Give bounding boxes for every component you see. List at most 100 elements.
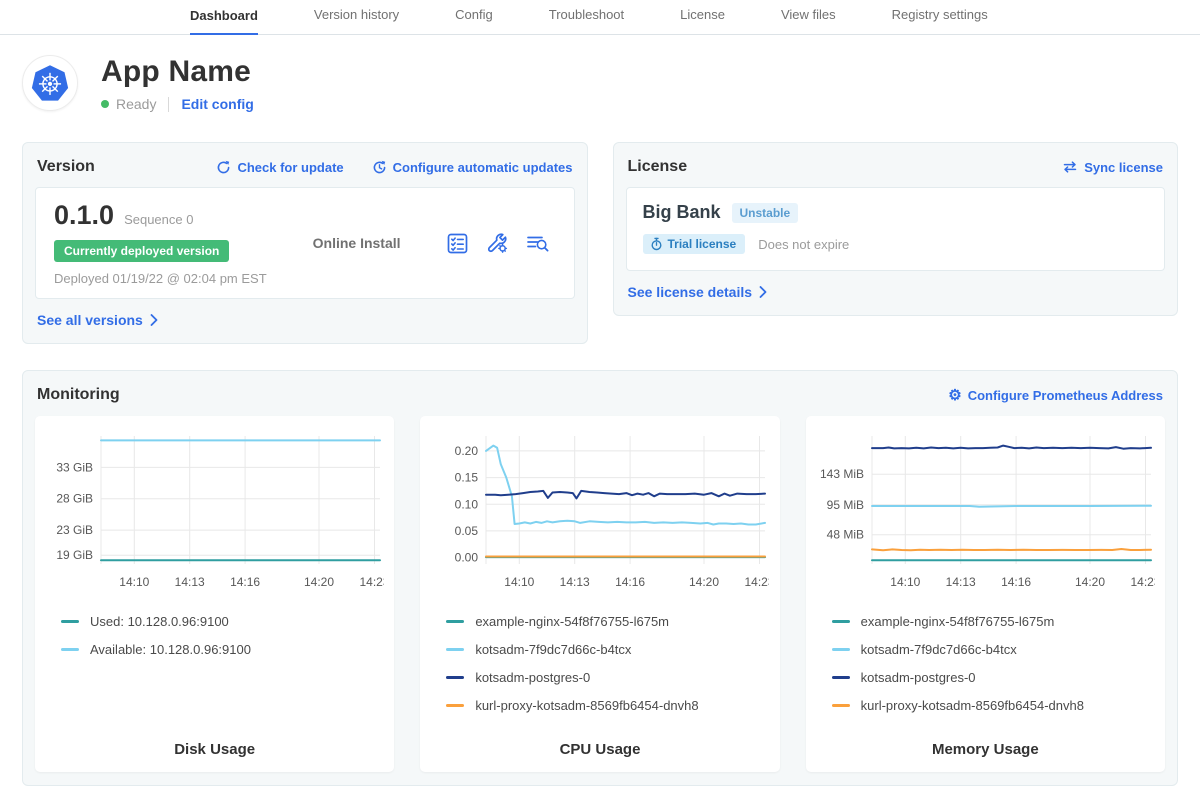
- chevron-right-icon: [150, 314, 158, 326]
- tab-license[interactable]: License: [680, 7, 725, 34]
- app-logo: [22, 55, 78, 111]
- legend-label: kotsadm-postgres-0: [475, 670, 590, 685]
- disk-usage-legend: Used: 10.128.0.96:9100 Available: 10.128.…: [39, 613, 390, 731]
- version-actions: [447, 232, 556, 254]
- refresh-icon: [216, 160, 231, 175]
- legend-label: Available: 10.128.0.96:9100: [90, 642, 251, 657]
- edit-config-button[interactable]: [486, 232, 508, 254]
- legend-item: kurl-proxy-kotsadm-8569fb6454-dnvh8: [832, 697, 1161, 714]
- status-dot: [101, 100, 109, 108]
- tab-view-files[interactable]: View files: [781, 7, 836, 34]
- svg-text:95 MiB: 95 MiB: [826, 498, 863, 512]
- configure-automatic-updates-button[interactable]: Configure automatic updates: [372, 160, 573, 175]
- top-nav: Dashboard Version history Config Troublesho…: [0, 0, 1200, 35]
- app-status-row: Ready Edit config: [101, 96, 254, 112]
- cpu-usage-svg: 0.200.150.100.050.0014:1014:1314:1614:20…: [424, 426, 769, 598]
- configure-prometheus-button[interactable]: ⚙ Configure Prometheus Address: [948, 388, 1163, 403]
- see-license-details-link[interactable]: See license details: [628, 284, 768, 300]
- svg-text:19 GiB: 19 GiB: [56, 548, 93, 562]
- check-for-update-button[interactable]: Check for update: [216, 160, 343, 175]
- svg-text:14:23: 14:23: [1130, 575, 1155, 589]
- legend-item: kurl-proxy-kotsadm-8569fb6454-dnvh8: [446, 697, 775, 714]
- kubernetes-logo-icon: [27, 60, 73, 106]
- sequence-label: Sequence 0: [124, 212, 193, 227]
- memory-usage-plot: 143 MiB95 MiB48 MiB14:1014:1314:1614:201…: [810, 426, 1161, 603]
- cards-row: Version Check for update: [22, 142, 1178, 344]
- chart-title: Disk Usage: [39, 741, 390, 758]
- version-card-title: Version: [37, 158, 95, 176]
- legend-swatch: [832, 648, 850, 651]
- license-type-badge: Trial license: [643, 234, 746, 254]
- legend-item: Available: 10.128.0.96:9100: [61, 641, 390, 658]
- legend-label: kurl-proxy-kotsadm-8569fb6454-dnvh8: [475, 698, 698, 713]
- license-card: License Sync license Big Bank Unstable: [613, 142, 1179, 316]
- svg-text:28 GiB: 28 GiB: [56, 492, 93, 506]
- monitoring-card: Monitoring ⚙ Configure Prometheus Addres…: [22, 370, 1178, 786]
- status-text: Ready: [116, 96, 156, 112]
- svg-text:14:16: 14:16: [1001, 575, 1031, 589]
- svg-text:0.05: 0.05: [455, 524, 479, 538]
- cpu-usage-plot: 0.200.150.100.050.0014:1014:1314:1614:20…: [424, 426, 775, 603]
- tab-troubleshoot[interactable]: Troubleshoot: [549, 7, 624, 34]
- legend-item: kotsadm-7f9dc7d66c-b4tcx: [446, 641, 775, 658]
- svg-text:14:20: 14:20: [1075, 575, 1105, 589]
- legend-item: kotsadm-postgres-0: [832, 669, 1161, 686]
- chart-title: CPU Usage: [424, 741, 775, 758]
- legend-label: kotsadm-postgres-0: [861, 670, 976, 685]
- current-version-panel: 0.1.0 Sequence 0 Currently deployed vers…: [35, 187, 575, 299]
- legend-swatch: [446, 648, 464, 651]
- dashboard-page: App Name Ready Edit config Version: [0, 35, 1200, 786]
- disk-usage-chart-card: 33 GiB28 GiB23 GiB19 GiB14:1014:1314:161…: [35, 416, 394, 772]
- wrench-gear-icon: [486, 232, 508, 254]
- chart-title: Memory Usage: [810, 741, 1161, 758]
- svg-text:14:10: 14:10: [119, 575, 149, 589]
- memory-usage-svg: 143 MiB95 MiB48 MiB14:1014:1314:1614:201…: [810, 426, 1155, 598]
- memory-usage-legend: example-nginx-54f8f76755-l675m kotsadm-7f…: [810, 613, 1161, 731]
- see-all-versions-link[interactable]: See all versions: [37, 312, 158, 328]
- version-card: Version Check for update: [22, 142, 588, 344]
- legend-label: Used: 10.128.0.96:9100: [90, 614, 229, 629]
- divider: [168, 97, 169, 112]
- legend-swatch: [61, 648, 79, 651]
- app-header-text: App Name Ready Edit config: [101, 55, 254, 112]
- legend-label: kurl-proxy-kotsadm-8569fb6454-dnvh8: [861, 698, 1084, 713]
- svg-text:14:16: 14:16: [230, 575, 260, 589]
- legend-item: example-nginx-54f8f76755-l675m: [832, 613, 1161, 630]
- svg-text:48 MiB: 48 MiB: [826, 528, 863, 542]
- edit-config-link[interactable]: Edit config: [181, 96, 253, 112]
- tab-version-history[interactable]: Version history: [314, 7, 399, 34]
- expiry-text: Does not expire: [758, 237, 849, 252]
- app-header: App Name Ready Edit config: [22, 55, 1178, 112]
- disk-usage-plot: 33 GiB28 GiB23 GiB19 GiB14:1014:1314:161…: [39, 426, 390, 603]
- legend-label: kotsadm-7f9dc7d66c-b4tcx: [475, 642, 631, 657]
- legend-label: example-nginx-54f8f76755-l675m: [861, 614, 1055, 629]
- legend-swatch: [446, 704, 464, 707]
- monitoring-title: Monitoring: [37, 386, 120, 404]
- tab-dashboard[interactable]: Dashboard: [190, 8, 258, 35]
- svg-text:0.10: 0.10: [455, 497, 479, 511]
- disk-usage-svg: 33 GiB28 GiB23 GiB19 GiB14:1014:1314:161…: [39, 426, 384, 598]
- chevron-right-icon: [759, 286, 767, 298]
- legend-item: Used: 10.128.0.96:9100: [61, 613, 390, 630]
- tab-registry-settings[interactable]: Registry settings: [892, 7, 988, 34]
- list-search-icon: [526, 233, 550, 254]
- deploy-logs-button[interactable]: [526, 233, 550, 254]
- swap-arrows-icon: [1062, 160, 1078, 174]
- checklist-icon: [447, 233, 468, 254]
- deployed-timestamp: Deployed 01/19/22 @ 02:04 pm EST: [54, 271, 267, 286]
- svg-text:0.20: 0.20: [455, 444, 479, 458]
- deployed-badge: Currently deployed version: [54, 240, 229, 262]
- legend-item: kotsadm-postgres-0: [446, 669, 775, 686]
- preflight-checks-button[interactable]: [447, 233, 468, 254]
- svg-text:0.00: 0.00: [455, 551, 479, 565]
- svg-text:14:16: 14:16: [615, 575, 645, 589]
- legend-item: kotsadm-7f9dc7d66c-b4tcx: [832, 641, 1161, 658]
- svg-text:14:23: 14:23: [745, 575, 770, 589]
- legend-label: kotsadm-7f9dc7d66c-b4tcx: [861, 642, 1017, 657]
- sync-license-button[interactable]: Sync license: [1062, 160, 1163, 175]
- legend-swatch: [61, 620, 79, 623]
- svg-text:14:10: 14:10: [890, 575, 920, 589]
- svg-text:14:23: 14:23: [359, 575, 384, 589]
- svg-text:14:10: 14:10: [505, 575, 535, 589]
- tab-config[interactable]: Config: [455, 7, 493, 34]
